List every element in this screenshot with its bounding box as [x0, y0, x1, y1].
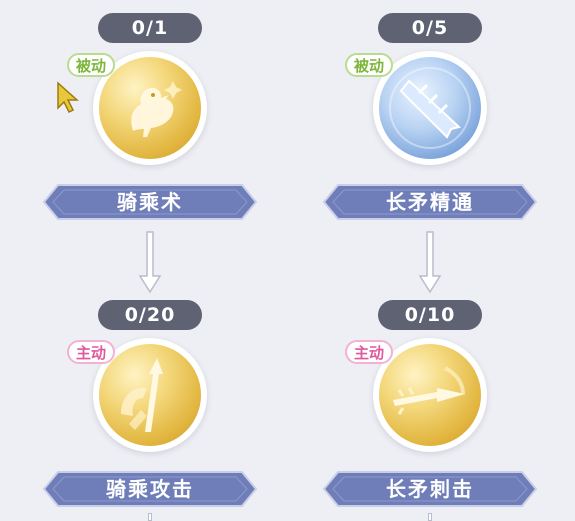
skill-level-counter: 0/1: [98, 13, 202, 43]
down-connector-stub: [148, 513, 152, 521]
skill-node-riding[interactable]: 0/1 被动 骑乘术: [40, 13, 260, 228]
spear-thrust-icon: [379, 344, 481, 446]
spear-head-icon: [379, 57, 481, 159]
skill-node-spear-thrust[interactable]: 0/10 主动 长矛刺击: [320, 300, 540, 521]
mounted-spear-icon: [99, 344, 201, 446]
skill-name: 长矛刺击: [386, 477, 474, 501]
skill-name-banner: 长矛刺击: [320, 468, 540, 510]
skill-node-riding-attack[interactable]: 0/20 主动 骑乘攻击: [40, 300, 260, 521]
down-arrow-icon: [418, 231, 442, 294]
skill-name-banner: 骑乘攻击: [40, 468, 260, 510]
active-tag: 主动: [67, 340, 116, 364]
skill-name-banner: 骑乘术: [40, 181, 260, 223]
passive-tag: 被动: [345, 53, 394, 77]
skill-level-counter: 0/10: [378, 300, 482, 330]
skill-level-counter: 0/20: [98, 300, 202, 330]
active-tag: 主动: [345, 340, 394, 364]
skill-level-counter: 0/5: [378, 13, 482, 43]
skill-name: 骑乘术: [117, 190, 183, 214]
mouse-cursor-icon: [57, 81, 79, 114]
chocobo-mount-icon: [99, 57, 201, 159]
down-arrow-icon: [138, 231, 162, 294]
skill-name: 长矛精通: [386, 190, 474, 214]
down-connector-stub: [428, 513, 432, 521]
passive-tag: 被动: [67, 53, 116, 77]
skill-name: 骑乘攻击: [106, 477, 194, 501]
skill-node-spear-mastery[interactable]: 0/5 被动 长矛精通: [320, 13, 540, 228]
skill-name-banner: 长矛精通: [320, 181, 540, 223]
